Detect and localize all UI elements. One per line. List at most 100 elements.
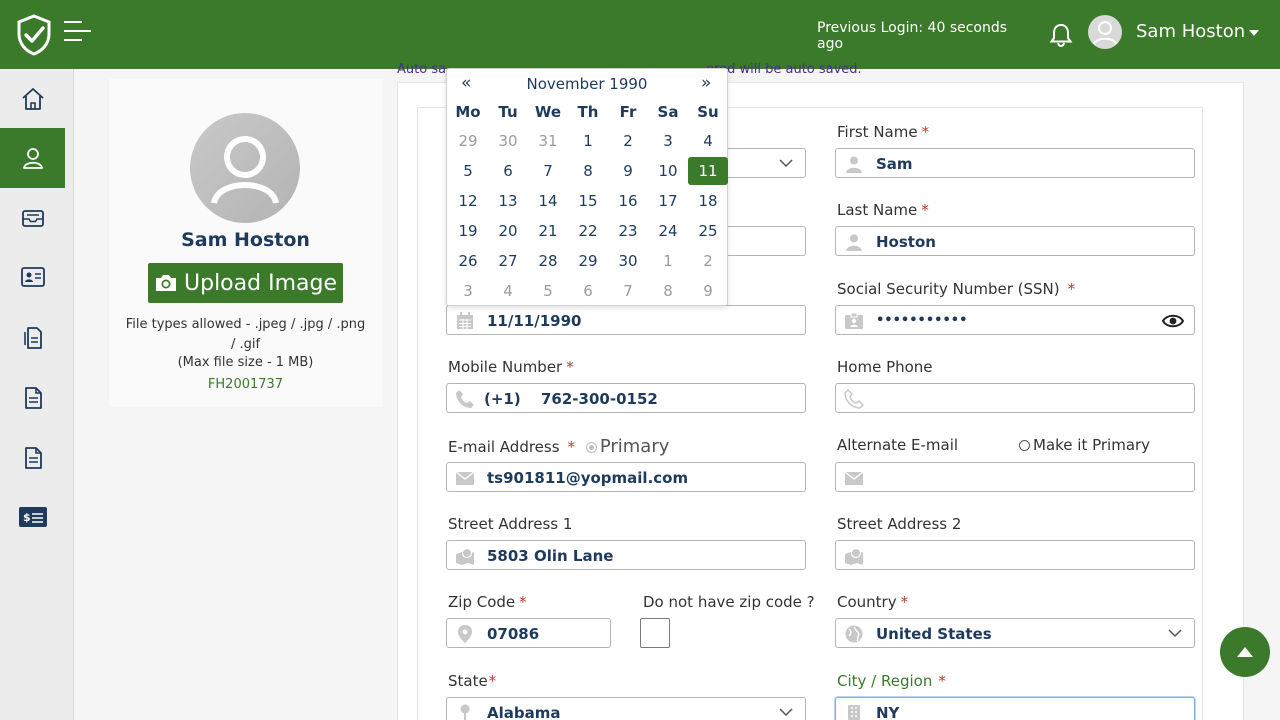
hamburger-menu-icon[interactable] bbox=[64, 20, 92, 42]
country-select[interactable]: United States bbox=[835, 618, 1195, 648]
user-menu-name[interactable]: Sam Hoston bbox=[1136, 21, 1245, 42]
sidebar-item-billing[interactable]: $ bbox=[0, 487, 65, 547]
phone-icon bbox=[456, 390, 474, 408]
chevron-down-icon[interactable] bbox=[1249, 30, 1259, 36]
scroll-to-top-button[interactable] bbox=[1220, 627, 1270, 677]
upload-image-button[interactable]: Upload Image bbox=[148, 263, 343, 303]
calendar-day[interactable]: 3 bbox=[648, 127, 688, 155]
file-icon bbox=[24, 387, 42, 409]
make-primary-option[interactable]: Make it Primary bbox=[1019, 436, 1150, 454]
calendar-day[interactable]: 15 bbox=[568, 187, 608, 215]
camera-icon bbox=[156, 275, 176, 291]
calendar-day[interactable]: 7 bbox=[528, 157, 568, 185]
calendar-day[interactable]: 1 bbox=[568, 127, 608, 155]
building-icon bbox=[848, 705, 860, 720]
calendar-day[interactable]: 8 bbox=[568, 157, 608, 185]
user-icon bbox=[22, 148, 43, 169]
email-field[interactable]: ts901811@yopmail.com bbox=[446, 462, 806, 492]
calendar-day[interactable]: 3 bbox=[448, 277, 488, 305]
city-region-field[interactable]: NY bbox=[835, 697, 1195, 720]
calendar-day[interactable]: 4 bbox=[688, 127, 728, 155]
calendar-day[interactable]: 31 bbox=[528, 127, 568, 155]
calendar-day[interactable]: 28 bbox=[528, 247, 568, 275]
sidebar-item-file-2[interactable] bbox=[0, 428, 65, 488]
calendar-weekday: We bbox=[534, 103, 562, 121]
ssn-field[interactable]: ••••••••••• bbox=[835, 305, 1195, 335]
home-phone-field[interactable] bbox=[835, 383, 1195, 413]
calendar-day[interactable]: 2 bbox=[608, 127, 648, 155]
calendar-day[interactable]: 22 bbox=[568, 217, 608, 245]
date-of-birth-field[interactable]: 11/11/1990 bbox=[446, 305, 806, 335]
calendar-day[interactable]: 1 bbox=[648, 247, 688, 275]
mobile-number-field[interactable]: (+1) 762-300-0152 bbox=[446, 383, 806, 413]
calendar-day[interactable]: 6 bbox=[568, 277, 608, 305]
envelope-icon bbox=[844, 471, 864, 485]
calendar-day[interactable]: 10 bbox=[648, 157, 688, 185]
previous-month-button[interactable]: « bbox=[461, 73, 471, 93]
notification-bell-icon[interactable] bbox=[1048, 22, 1074, 48]
street-address-2-field[interactable] bbox=[835, 540, 1195, 570]
shield-check-logo[interactable] bbox=[16, 14, 52, 56]
calendar-day[interactable]: 30 bbox=[488, 127, 528, 155]
calendar-month-title[interactable]: November 1990 bbox=[507, 75, 667, 93]
previous-login-text: Previous Login: 40 seconds ago bbox=[817, 20, 1008, 52]
sidebar-item-profile[interactable] bbox=[0, 128, 65, 188]
calendar-day[interactable]: 18 bbox=[688, 187, 728, 215]
no-zip-code-checkbox[interactable] bbox=[640, 618, 670, 648]
profile-id: FH2001737 bbox=[207, 377, 284, 392]
calendar-day[interactable]: 26 bbox=[448, 247, 488, 275]
calendar-day[interactable]: 9 bbox=[688, 277, 728, 305]
calendar-header: « November 1990 » bbox=[447, 73, 729, 95]
state-select[interactable]: Alabama bbox=[446, 697, 806, 720]
sidebar-item-documents[interactable] bbox=[0, 308, 65, 368]
calendar-day[interactable]: 29 bbox=[448, 127, 488, 155]
last-name-field[interactable]: Hoston bbox=[835, 226, 1195, 256]
caret-up-icon bbox=[1237, 647, 1253, 657]
calendar-weekday: Mo bbox=[455, 103, 481, 121]
sidebar-item-id-card[interactable] bbox=[0, 247, 65, 307]
svg-text:$: $ bbox=[23, 511, 31, 524]
calendar-day[interactable]: 9 bbox=[608, 157, 648, 185]
calendar-day[interactable]: 19 bbox=[448, 217, 488, 245]
make-primary-radio[interactable] bbox=[1019, 440, 1030, 451]
calendar-day[interactable]: 6 bbox=[488, 157, 528, 185]
profile-card: Sam Hoston Upload Image File types allow… bbox=[109, 79, 382, 407]
chevron-down-icon bbox=[1168, 629, 1182, 638]
calendar-day[interactable]: 5 bbox=[448, 157, 488, 185]
calendar-day[interactable]: 25 bbox=[688, 217, 728, 245]
zip-code-field[interactable]: 07086 bbox=[446, 618, 611, 648]
calendar-day[interactable]: 12 bbox=[448, 187, 488, 215]
calendar-day[interactable]: 16 bbox=[608, 187, 648, 215]
next-month-button[interactable]: » bbox=[701, 73, 711, 93]
street-address-1-field[interactable]: 5803 Olin Lane bbox=[446, 540, 806, 570]
email-label: E-mail Address * Primary bbox=[448, 436, 670, 457]
calendar-day[interactable]: 11 bbox=[688, 157, 728, 185]
eye-icon[interactable] bbox=[1162, 313, 1184, 329]
calendar-day[interactable]: 13 bbox=[488, 187, 528, 215]
alternate-email-field[interactable] bbox=[835, 462, 1195, 492]
calendar-day[interactable]: 7 bbox=[608, 277, 648, 305]
calendar-day[interactable]: 4 bbox=[488, 277, 528, 305]
calendar-day[interactable]: 5 bbox=[528, 277, 568, 305]
id-badge-icon bbox=[845, 312, 863, 329]
primary-email-radio[interactable] bbox=[585, 442, 597, 453]
calendar-day[interactable]: 21 bbox=[528, 217, 568, 245]
calendar-day[interactable]: 24 bbox=[648, 217, 688, 245]
first-name-field[interactable]: Sam bbox=[835, 148, 1195, 178]
sidebar-item-home[interactable] bbox=[0, 69, 65, 129]
calendar-day[interactable]: 14 bbox=[528, 187, 568, 215]
no-zip-code-label: Do not have zip code ? bbox=[643, 593, 815, 611]
calendar-day[interactable]: 17 bbox=[648, 187, 688, 215]
calendar-weekday: Sa bbox=[657, 103, 679, 121]
calendar-day[interactable]: 30 bbox=[608, 247, 648, 275]
calendar-day[interactable]: 27 bbox=[488, 247, 528, 275]
sidebar-item-inbox[interactable] bbox=[0, 188, 65, 248]
calendar-day[interactable]: 23 bbox=[608, 217, 648, 245]
calendar-day[interactable]: 29 bbox=[568, 247, 608, 275]
calendar-day[interactable]: 2 bbox=[688, 247, 728, 275]
sidebar-item-file-1[interactable] bbox=[0, 368, 65, 428]
user-avatar[interactable] bbox=[1088, 15, 1122, 49]
calendar-day[interactable]: 20 bbox=[488, 217, 528, 245]
state-label: State* bbox=[448, 672, 497, 690]
calendar-day[interactable]: 8 bbox=[648, 277, 688, 305]
